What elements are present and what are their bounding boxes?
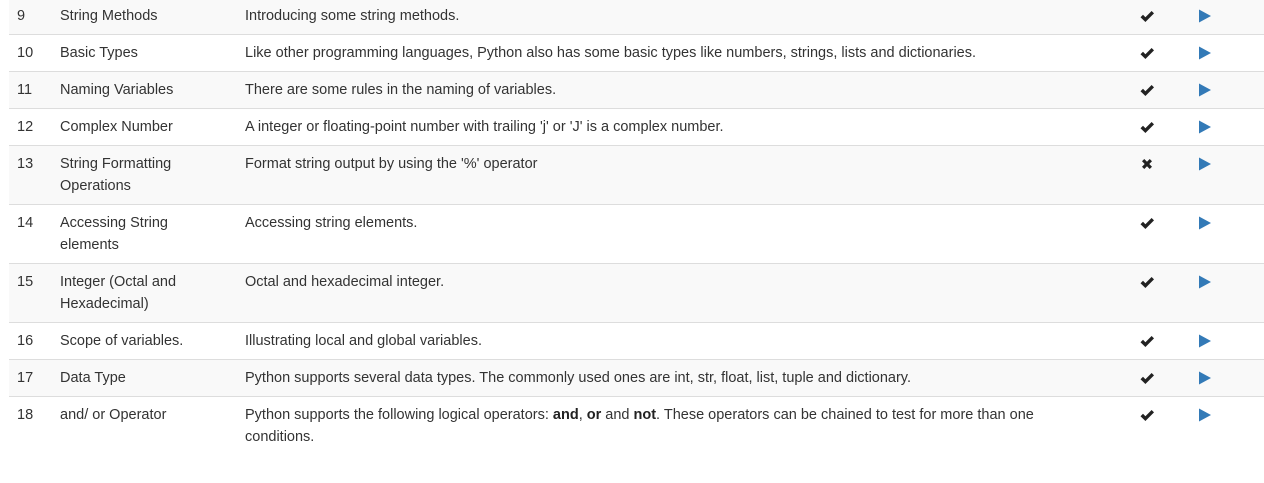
description-text: Python supports the following logical op… <box>245 407 553 423</box>
play-icon[interactable] <box>1198 404 1212 426</box>
check-icon <box>1139 330 1155 352</box>
lesson-status <box>1107 322 1187 360</box>
lesson-status <box>1107 204 1187 264</box>
lesson-description: Illustrating local and global variables. <box>237 322 1107 360</box>
lesson-title: Naming Variables <box>52 71 237 109</box>
lesson-status <box>1107 396 1187 455</box>
lesson-title: Accessing String elements <box>52 204 237 264</box>
lesson-play-cell <box>1187 145 1264 205</box>
lesson-row: 18 and/ or Operator Python supports the fo… <box>9 396 1264 455</box>
lesson-number: 11 <box>9 71 52 109</box>
lesson-number: 12 <box>9 108 52 146</box>
check-icon <box>1139 404 1155 426</box>
operator-keyword: not <box>633 407 657 423</box>
lesson-title: Scope of variables. <box>52 322 237 360</box>
play-icon[interactable] <box>1198 153 1212 175</box>
lesson-number: 10 <box>9 34 52 72</box>
lesson-play-cell <box>1187 0 1264 35</box>
lesson-status <box>1107 359 1187 397</box>
lesson-title: String Formatting Operations <box>52 145 237 205</box>
lesson-title: Data Type <box>52 359 237 397</box>
description-text: , <box>578 407 587 423</box>
cross-icon <box>1139 153 1155 175</box>
lesson-description: Octal and hexadecimal integer. <box>237 263 1107 323</box>
description-text: and <box>601 407 634 423</box>
lesson-title: Basic Types <box>52 34 237 72</box>
lesson-row: 13 String Formatting Operations Format str… <box>9 145 1264 205</box>
lesson-description: There are some rules in the naming of va… <box>237 71 1107 109</box>
play-icon[interactable] <box>1198 212 1212 234</box>
lesson-play-cell <box>1187 359 1264 397</box>
lesson-play-cell <box>1187 204 1264 264</box>
lesson-number: 15 <box>9 263 52 323</box>
check-icon <box>1139 5 1155 27</box>
check-icon <box>1139 367 1155 389</box>
operator-keyword: and <box>552 407 579 423</box>
lesson-play-cell <box>1187 71 1264 109</box>
check-icon <box>1139 271 1155 293</box>
play-icon[interactable] <box>1198 271 1212 293</box>
lesson-row: 17 Data Type Python supports several data … <box>9 359 1264 397</box>
play-icon[interactable] <box>1198 42 1212 64</box>
lesson-play-cell <box>1187 263 1264 323</box>
lesson-description: Accessing string elements. <box>237 204 1107 264</box>
lesson-status <box>1107 108 1187 146</box>
lesson-status <box>1107 145 1187 205</box>
lesson-description: Like other programming languages, Python… <box>237 34 1107 72</box>
lesson-play-cell <box>1187 108 1264 146</box>
lesson-row: 10 Basic Types Like other programming lang… <box>9 34 1264 72</box>
lessons-table-body: 9 String Methods Introducing some string m… <box>9 0 1264 455</box>
lesson-play-cell <box>1187 396 1264 455</box>
lesson-description: Python supports the following logical op… <box>237 396 1107 455</box>
lesson-row: 11 Naming Variables There are some rules i… <box>9 71 1264 109</box>
lesson-title: String Methods <box>52 0 237 35</box>
check-icon <box>1139 42 1155 64</box>
lesson-description: Python supports several data types. The … <box>237 359 1107 397</box>
lesson-row: 12 Complex Number A integer or floating-po… <box>9 108 1264 146</box>
lesson-title: and/ or Operator <box>52 396 237 455</box>
lesson-number: 9 <box>9 0 52 35</box>
play-icon[interactable] <box>1198 367 1212 389</box>
lesson-description: A integer or floating-point number with … <box>237 108 1107 146</box>
lesson-play-cell <box>1187 322 1264 360</box>
check-icon <box>1139 79 1155 101</box>
play-icon[interactable] <box>1198 79 1212 101</box>
lesson-number: 16 <box>9 322 52 360</box>
play-icon[interactable] <box>1198 116 1212 138</box>
lesson-row: 15 Integer (Octal and Hexadecimal) Octal a… <box>9 263 1264 323</box>
lesson-description: Introducing some string methods. <box>237 0 1107 35</box>
lesson-status <box>1107 71 1187 109</box>
lessons-table: 9 String Methods Introducing some string m… <box>9 0 1264 455</box>
lesson-status <box>1107 263 1187 323</box>
lesson-row: 9 String Methods Introducing some string m… <box>9 0 1264 35</box>
lesson-status <box>1107 34 1187 72</box>
lesson-title: Integer (Octal and Hexadecimal) <box>52 263 237 323</box>
lesson-number: 17 <box>9 359 52 397</box>
lesson-play-cell <box>1187 34 1264 72</box>
operator-keyword: or <box>586 407 602 423</box>
lesson-number: 18 <box>9 396 52 455</box>
lesson-row: 16 Scope of variables. Illustrating local … <box>9 322 1264 360</box>
lesson-number: 13 <box>9 145 52 205</box>
check-icon <box>1139 212 1155 234</box>
check-icon <box>1139 116 1155 138</box>
lesson-title: Complex Number <box>52 108 237 146</box>
lesson-row: 14 Accessing String elements Accessing str… <box>9 204 1264 264</box>
play-icon[interactable] <box>1198 5 1212 27</box>
lesson-status <box>1107 0 1187 35</box>
lesson-description: Format string output by using the '%' op… <box>237 145 1107 205</box>
play-icon[interactable] <box>1198 330 1212 352</box>
lesson-number: 14 <box>9 204 52 264</box>
